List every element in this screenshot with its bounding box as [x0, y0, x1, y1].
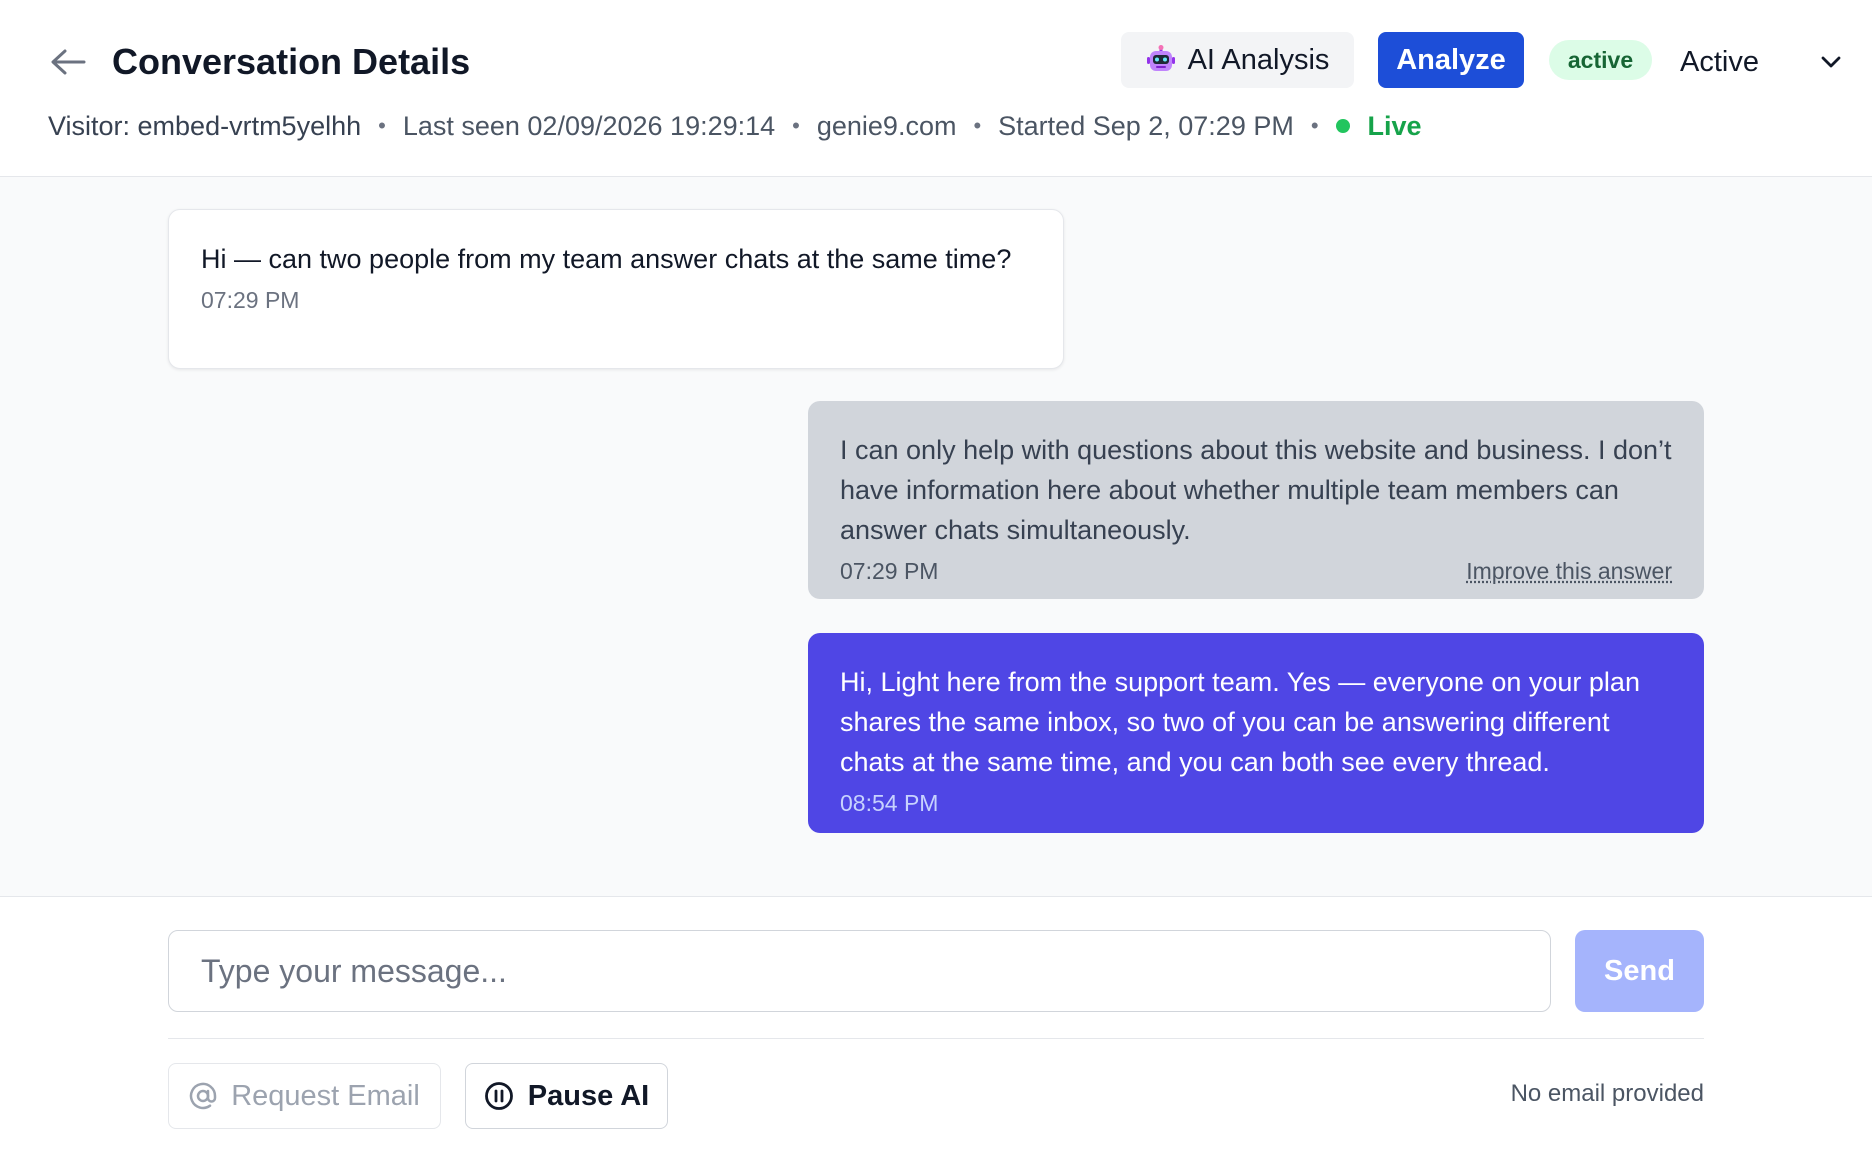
back-button[interactable] — [46, 40, 90, 84]
message-text: Hi — can two people from my team answer … — [201, 244, 1012, 274]
status-badge: active — [1549, 40, 1652, 80]
ai-analysis-button[interactable]: AI Analysis — [1121, 32, 1354, 88]
meta-separator: • — [1310, 113, 1319, 138]
message-text: Hi, Light here from the support team. Ye… — [840, 667, 1640, 777]
visitor-message: Hi — can two people from my team answer … — [168, 209, 1064, 369]
message-footer: 07:29 PM Improve this answer — [840, 558, 1672, 585]
live-indicator-dot — [1335, 119, 1350, 133]
chevron-down-icon — [1821, 56, 1841, 68]
email-status: No email provided — [1510, 1080, 1704, 1107]
message-composer: Send Request Email Pause AI No email pro… — [0, 898, 1872, 1162]
message-text: I can only help with questions about thi… — [840, 435, 1672, 545]
arrow-left-icon — [51, 49, 86, 75]
last-seen: Last seen 02/09/2026 19:29:14 — [402, 110, 776, 141]
ai-analysis-label: AI Analysis — [1187, 43, 1330, 76]
request-email-button[interactable]: Request Email — [168, 1063, 441, 1129]
message-list[interactable]: Hi — can two people from my team answer … — [0, 177, 1872, 897]
agent-message: Hi, Light here from the support team. Ye… — [808, 633, 1704, 833]
send-button[interactable]: Send — [1575, 930, 1704, 1012]
live-status: Live — [1367, 110, 1422, 141]
visitor-id: Visitor: embed-vrtm5yelhh — [48, 110, 362, 141]
started-at: Started Sep 2, 07:29 PM — [998, 110, 1294, 141]
conversation-header: Conversation Details AI Analysis Analyze… — [0, 0, 1872, 177]
message-time: 07:29 PM — [201, 287, 300, 313]
meta-separator: • — [792, 113, 800, 138]
pause-ai-button[interactable]: Pause AI — [465, 1063, 668, 1129]
message-time: 08:54 PM — [840, 790, 939, 816]
meta-separator: • — [378, 113, 386, 138]
composer-divider — [168, 1038, 1704, 1039]
status-select[interactable]: Active — [1680, 36, 1842, 88]
improve-answer-link[interactable]: Improve this answer — [1466, 558, 1672, 585]
conversation-meta: Visitor: embed-vrtm5yelhh • Last seen 02… — [48, 108, 1422, 144]
site-domain: genie9.com — [816, 110, 957, 141]
analyze-button[interactable]: Analyze — [1378, 32, 1524, 88]
pause-circle-icon — [484, 1082, 513, 1110]
ai-message: I can only help with questions about thi… — [808, 401, 1704, 599]
meta-separator: • — [973, 113, 982, 138]
request-email-label: Request Email — [231, 1079, 420, 1112]
robot-icon — [1146, 45, 1175, 71]
message-input[interactable] — [168, 930, 1551, 1012]
pause-ai-label: Pause AI — [527, 1079, 650, 1112]
message-time: 07:29 PM — [840, 558, 939, 584]
at-sign-icon — [190, 1082, 217, 1110]
page-title: Conversation Details — [112, 41, 471, 82]
status-select-value: Active — [1680, 45, 1759, 78]
